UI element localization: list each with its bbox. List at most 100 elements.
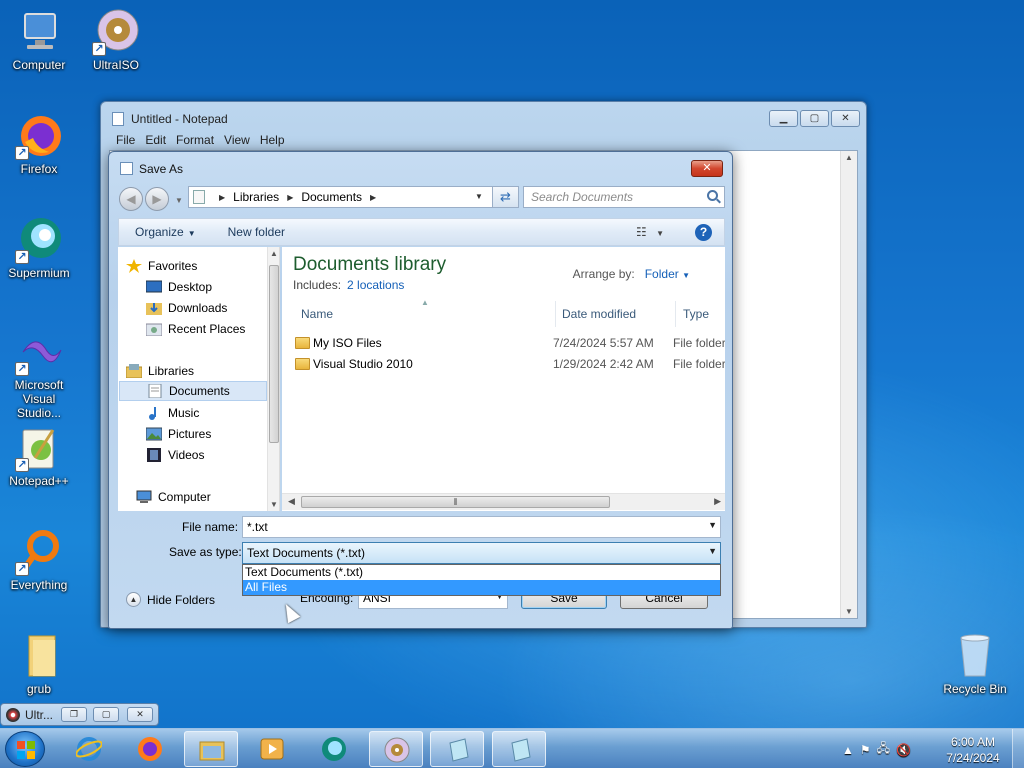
clock-time: 6:00 AM [950,735,996,749]
save-as-type-select[interactable]: Text Documents (*.txt) ▼ [242,542,721,564]
scroll-down-arrow-icon[interactable]: ▼ [270,500,278,509]
breadcrumb-separator-icon[interactable]: ▶ [219,193,225,202]
taskbar-notepad-2[interactable] [492,731,546,767]
taskbar-notepad-1[interactable] [430,731,484,767]
close-button[interactable]: ✕ [127,707,153,722]
start-button[interactable] [5,731,45,767]
breadcrumb-separator-icon[interactable]: ▶ [370,193,376,202]
menu-edit[interactable]: Edit [145,133,166,147]
menu-help[interactable]: Help [260,133,285,147]
column-header-name[interactable]: Name [301,301,333,327]
nav-music[interactable]: Music [146,403,279,423]
documents-icon [148,384,162,398]
desktop-icon-grub[interactable]: grub [0,632,78,696]
breadcrumb-documents[interactable]: Documents [301,190,362,204]
action-center-flag-icon[interactable]: ⚑ [860,743,871,757]
change-view-button[interactable]: ☷ ▼ [636,225,664,239]
library-title: Documents library [293,254,447,275]
scroll-left-arrow-icon[interactable]: ◀ [288,496,295,507]
scroll-up-arrow-icon[interactable]: ▲ [270,249,278,258]
nav-pane-scrollbar[interactable]: ▲ ▼ [267,247,279,511]
taskbar-ultraiso[interactable] [369,731,423,767]
minimize-button[interactable]: ▁ [769,110,798,127]
taskbar-file-explorer[interactable] [184,731,238,767]
arrange-by-dropdown[interactable]: Folder ▼ [645,267,690,281]
option-all-files[interactable]: All Files [243,580,720,595]
nav-desktop[interactable]: Desktop [146,277,279,297]
scroll-up-arrow-icon[interactable]: ▲ [845,153,853,162]
volume-muted-icon[interactable]: 🔇 [896,743,911,757]
option-text-documents[interactable]: Text Documents (*.txt) [243,565,720,580]
nav-favorites[interactable]: Favorites [126,256,274,276]
close-button[interactable]: ✕ [691,160,723,177]
dropdown-arrow-icon[interactable]: ▼ [708,520,717,530]
forward-button[interactable]: ▶ [145,187,169,211]
menu-format[interactable]: Format [176,133,214,147]
taskbar-media-player[interactable] [245,731,299,767]
desktop-icon-supermium[interactable]: ↗ Supermium [0,216,78,280]
nav-documents[interactable]: Documents [119,381,267,401]
close-button[interactable]: ✕ [831,110,860,127]
breadcrumb-separator-icon[interactable]: ▶ [287,193,293,202]
taskbar-internet-explorer[interactable] [62,731,116,767]
nav-pictures[interactable]: Pictures [146,424,279,444]
desktop-icon-firefox[interactable]: ↗ Firefox [0,112,78,176]
scroll-right-arrow-icon[interactable]: ▶ [714,496,721,507]
desktop-icon-notepadpp[interactable]: ↗ Notepad++ [0,424,78,488]
scroll-thumb[interactable]: ⦀ [301,496,610,508]
network-icon[interactable]: 🖧 [877,739,890,760]
notepad-vertical-scrollbar[interactable]: ▲ ▼ [840,151,857,618]
maximize-button[interactable]: ▢ [800,110,829,127]
navigation-pane: Favorites Desktop Downloads Recent Place… [118,247,280,511]
show-hidden-icons-chevron-icon[interactable]: ▲ [842,743,854,757]
breadcrumb-libraries[interactable]: Libraries [233,190,279,204]
search-input[interactable]: Search Documents [523,186,725,208]
file-row[interactable]: Visual Studio 2010 1/29/2024 2:42 AM Fil… [292,354,725,375]
column-header-date-modified[interactable]: Date modified [562,301,636,327]
taskbar-clock[interactable]: 6:00 AM 7/24/2024 [944,734,1002,766]
column-separator[interactable] [555,301,556,327]
dropdown-arrow-icon[interactable]: ▼ [708,546,717,556]
firefox-icon: ↗ [15,112,63,160]
desktop-icon-computer[interactable]: Computer [0,8,78,72]
desktop-icon-recycle-bin[interactable]: Recycle Bin [936,632,1014,696]
file-list-horizontal-scrollbar[interactable]: ◀ ⦀ ▶ [282,493,725,510]
organize-button[interactable]: Organize ▼ [119,225,204,239]
desktop-icon-everything[interactable]: ↗ Everything [0,528,78,592]
address-bar[interactable]: ▶ Libraries ▶ Documents ▶ ▼ [188,186,519,208]
column-separator[interactable] [675,301,676,327]
menu-file[interactable]: File [116,133,135,147]
folder-icon [15,632,63,680]
nav-libraries[interactable]: Libraries [126,361,274,381]
search-icon [707,190,718,201]
minimized-window-ultraiso[interactable]: Ultr... ❐ ▢ ✕ [0,703,159,726]
locations-link[interactable]: 2 locations [347,278,404,292]
new-folder-button[interactable]: New folder [220,225,293,239]
nav-recent-places[interactable]: Recent Places [146,319,279,339]
folder-icon [295,358,310,370]
show-desktop-button[interactable] [1012,729,1024,768]
address-dropdown-icon[interactable]: ▼ [470,187,488,207]
scroll-thumb[interactable] [269,265,279,443]
file-row[interactable]: My ISO Files 7/24/2024 5:57 AM File fold… [292,333,725,354]
nav-downloads[interactable]: Downloads [146,298,279,318]
desktop-icon-ultraiso[interactable]: ↗ UltraISO [77,8,155,72]
taskbar-supermium[interactable] [307,731,361,767]
maximize-button[interactable]: ▢ [93,707,119,722]
column-header-type[interactable]: Type [683,301,709,327]
menu-view[interactable]: View [224,133,250,147]
restore-button[interactable]: ❐ [61,707,87,722]
recent-pages-dropdown-icon[interactable]: ▼ [175,196,183,205]
taskbar-firefox[interactable] [123,731,177,767]
back-button[interactable]: ◀ [119,187,143,211]
scroll-down-arrow-icon[interactable]: ▼ [845,607,853,616]
desktop-icon-label: Supermium [8,266,70,280]
desktop-icon-visual-studio[interactable]: ↗ Microsoft Visual Studio... [0,328,78,420]
help-icon[interactable]: ? [695,224,712,241]
nav-computer[interactable]: Computer [136,487,279,507]
file-name-input[interactable]: *.txt ▼ [242,516,721,538]
hide-folders-button[interactable]: ▲ Hide Folders [126,592,215,607]
arrange-by: Arrange by: Folder ▼ [572,267,690,281]
nav-videos[interactable]: Videos [146,445,279,465]
refresh-button[interactable]: ⇄ [492,186,519,208]
